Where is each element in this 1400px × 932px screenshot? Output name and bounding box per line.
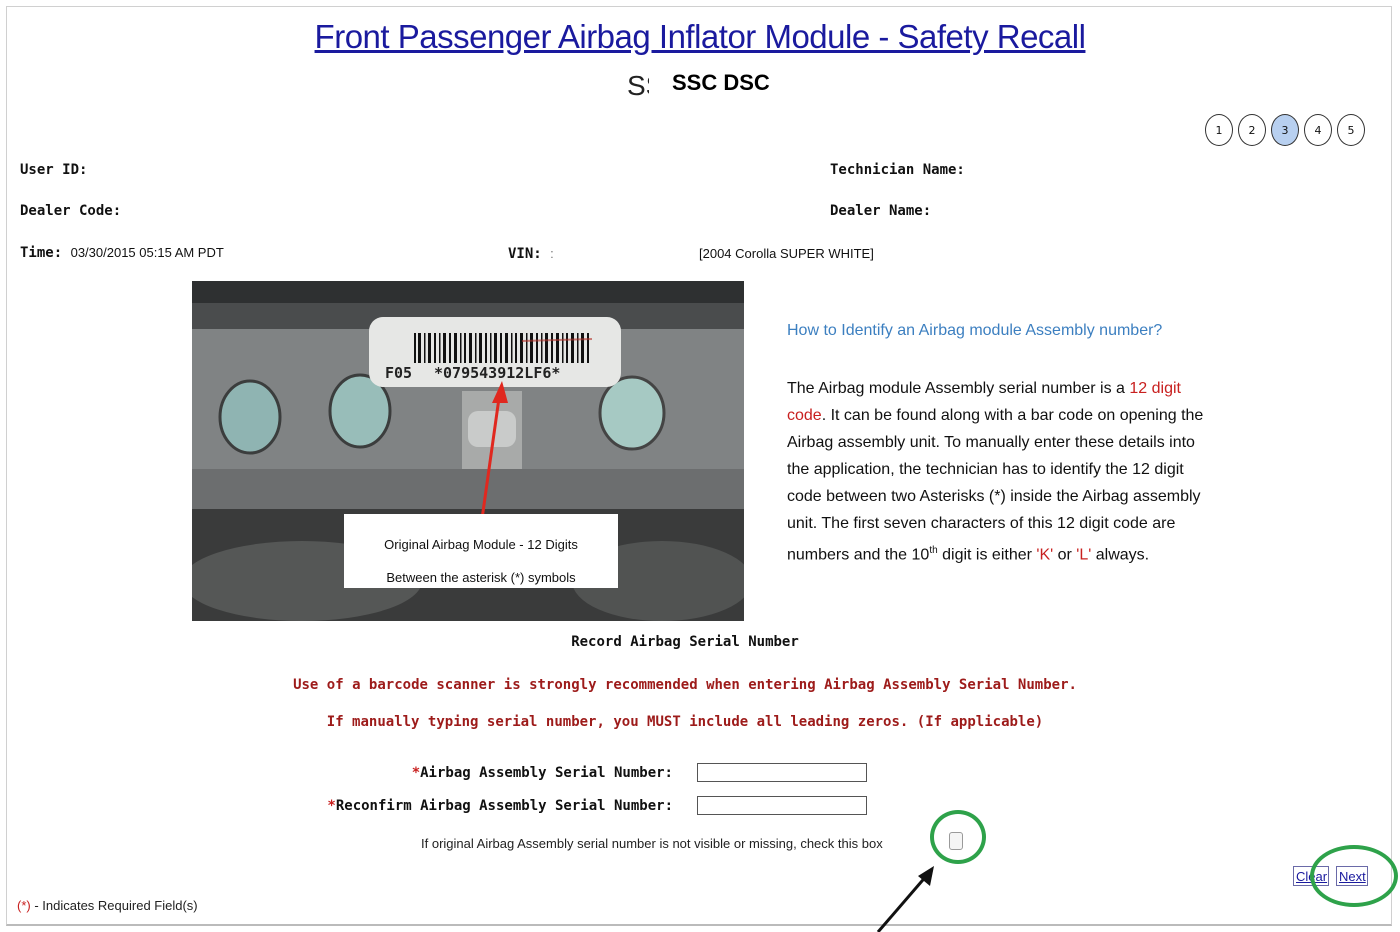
- serial-number-input[interactable]: [697, 763, 867, 782]
- callout-line-1: Original Airbag Module - 12 Digits: [384, 537, 578, 552]
- reconfirm-serial-label: *Reconfirm Airbag Assembly Serial Number…: [327, 798, 673, 814]
- step-4: 4: [1304, 114, 1332, 146]
- help-text-sup: th: [929, 545, 938, 556]
- step-indicator: 1 2 3 4 5: [1205, 114, 1365, 146]
- required-fields-note: (*) - Indicates Required Field(s): [17, 898, 198, 913]
- vehicle-field: [2004 Corolla SUPER WHITE]: [699, 246, 874, 262]
- airbag-module-photo: F05 *079543912LF6* Original Airbag Modul…: [192, 281, 744, 621]
- vehicle-value: [2004 Corolla SUPER WHITE]: [699, 246, 874, 261]
- dealer-name-label: Dealer Name:: [830, 203, 932, 219]
- time-field: Time: 03/30/2015 05:15 AM PDT: [20, 245, 224, 261]
- required-asterisk: *: [411, 765, 421, 781]
- user-id-label: User ID:: [20, 162, 88, 178]
- help-text-1: The Airbag module Assembly serial number…: [787, 380, 1130, 397]
- page-title[interactable]: Front Passenger Airbag Inflator Module -…: [0, 18, 1400, 56]
- help-text-k: 'K': [1036, 546, 1054, 564]
- help-text-end: always.: [1091, 546, 1150, 564]
- step-1: 1: [1205, 114, 1233, 146]
- subtitle-partial: SS: [627, 70, 649, 101]
- photo-label-prefix: F05: [385, 364, 412, 382]
- step-3-current: 3: [1271, 114, 1299, 146]
- next-highlight-circle: [1310, 845, 1398, 907]
- leading-zeros-warning: If manually typing serial number, you MU…: [326, 714, 1044, 730]
- record-section-title: Record Airbag Serial Number: [571, 634, 799, 650]
- help-text-3: digit is either: [937, 546, 1037, 564]
- help-text-or: or: [1053, 546, 1077, 564]
- step-5: 5: [1337, 114, 1365, 146]
- checkbox-highlight-circle: [930, 810, 986, 864]
- vin-value: :: [550, 246, 554, 261]
- reconfirm-serial-input[interactable]: [697, 796, 867, 815]
- required-star: (*): [17, 898, 31, 913]
- required-asterisk: *: [327, 798, 336, 814]
- required-text: - Indicates Required Field(s): [30, 898, 198, 913]
- dealer-code-label: Dealer Code:: [20, 203, 122, 219]
- vin-label: VIN:: [508, 246, 542, 262]
- help-text-l: 'L': [1076, 546, 1092, 564]
- annotation-arrow-icon: [876, 866, 934, 932]
- help-description: The Airbag module Assembly serial number…: [787, 375, 1207, 568]
- help-heading: How to Identify an Airbag module Assembl…: [787, 322, 1163, 339]
- technician-name-label: Technician Name:: [830, 162, 965, 178]
- time-value: 03/30/2015 05:15 AM PDT: [70, 245, 224, 260]
- help-text-2: . It can be found along with a bar code …: [787, 407, 1204, 564]
- barcode-warning: Use of a barcode scanner is strongly rec…: [293, 677, 1077, 693]
- photo-callout: Original Airbag Module - 12 Digits Betwe…: [344, 514, 618, 588]
- serial-number-label: *Airbag Assembly Serial Number:: [411, 765, 673, 781]
- photo-barcode-text: *079543912LF6*: [434, 364, 560, 382]
- step-2: 2: [1238, 114, 1266, 146]
- callout-line-2: Between the asterisk (*) symbols: [386, 570, 576, 585]
- page-subtitle: SSC DSC: [672, 70, 770, 95]
- time-label: Time:: [20, 245, 63, 261]
- missing-serial-text: If original Airbag Assembly serial numbe…: [421, 836, 883, 851]
- vin-field: VIN: :: [508, 246, 554, 262]
